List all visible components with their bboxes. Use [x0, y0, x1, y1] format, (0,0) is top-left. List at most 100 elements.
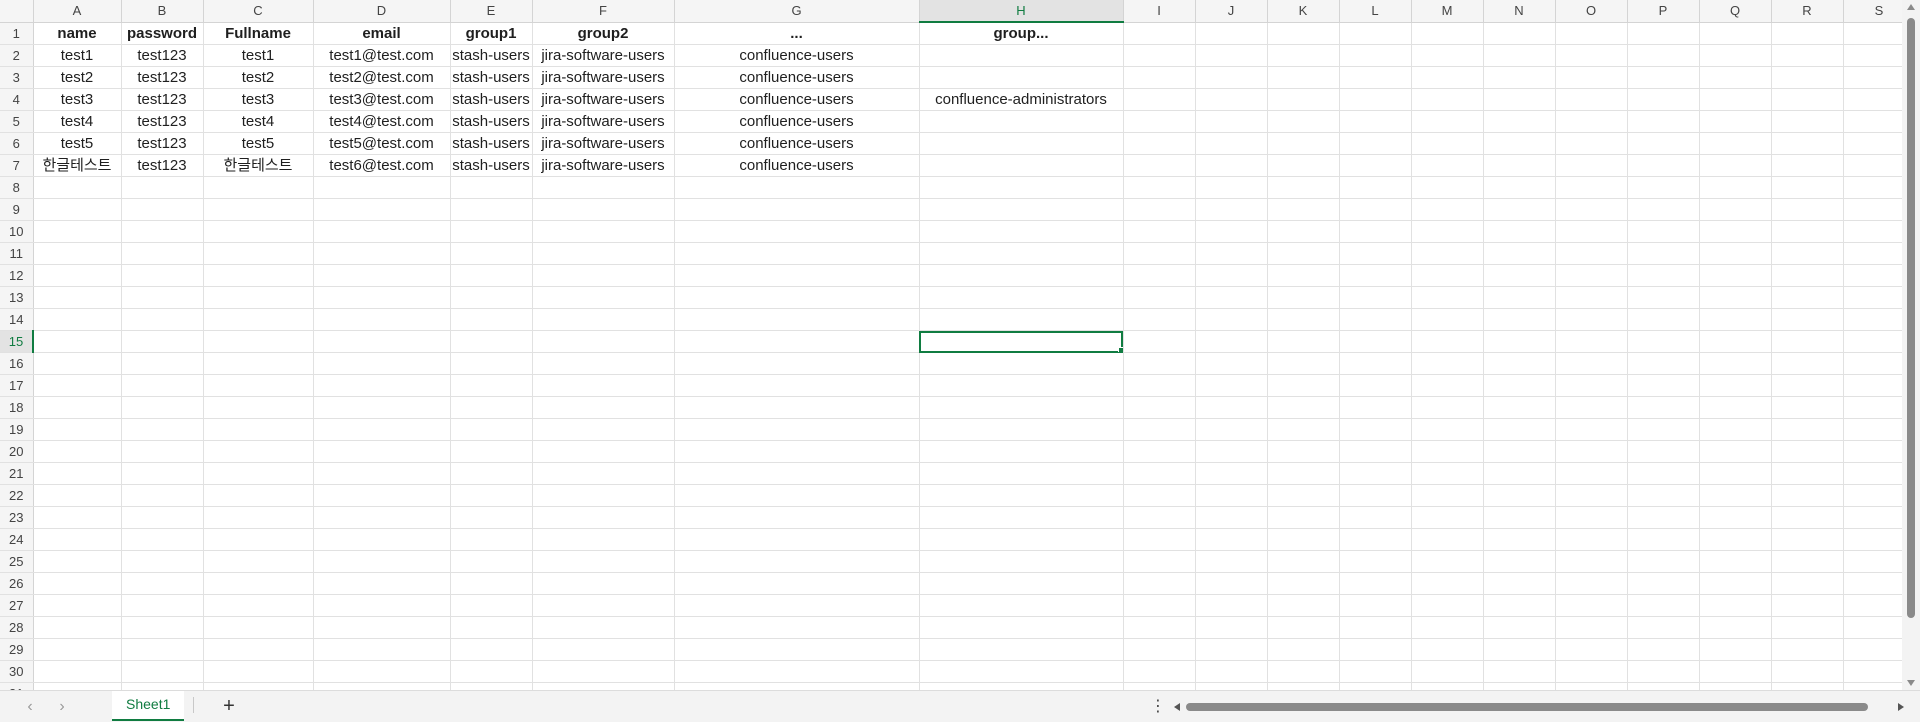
cell[interactable]: [203, 330, 314, 353]
cell[interactable]: [1843, 44, 1902, 67]
cell[interactable]: [1267, 462, 1340, 485]
cell[interactable]: [33, 330, 122, 353]
cell[interactable]: [1771, 88, 1844, 111]
cell[interactable]: [1699, 176, 1772, 199]
cell[interactable]: [1195, 176, 1268, 199]
cell[interactable]: [1555, 506, 1628, 529]
cell[interactable]: [919, 352, 1124, 375]
cell[interactable]: [1483, 682, 1556, 690]
cell[interactable]: test1: [33, 44, 122, 67]
cell[interactable]: test5: [203, 132, 314, 155]
cell[interactable]: [1771, 154, 1844, 177]
cell[interactable]: [532, 462, 675, 485]
cell[interactable]: [1483, 154, 1556, 177]
cell[interactable]: [1771, 374, 1844, 397]
cell[interactable]: [450, 418, 533, 441]
cell[interactable]: test4: [203, 110, 314, 133]
cell[interactable]: password: [121, 22, 204, 45]
row-header[interactable]: 16: [0, 352, 34, 375]
cell[interactable]: group1: [450, 22, 533, 45]
cell[interactable]: [1699, 550, 1772, 573]
cell[interactable]: [919, 220, 1124, 243]
cell[interactable]: [1483, 176, 1556, 199]
cell[interactable]: name: [33, 22, 122, 45]
cell[interactable]: [1411, 440, 1484, 463]
cell[interactable]: [1627, 110, 1700, 133]
cell[interactable]: [1339, 242, 1412, 265]
row-header[interactable]: 7: [0, 154, 34, 177]
cell[interactable]: [1123, 352, 1196, 375]
cell[interactable]: [1699, 528, 1772, 551]
cell[interactable]: [919, 506, 1124, 529]
cell[interactable]: [450, 264, 533, 287]
cell[interactable]: [674, 440, 920, 463]
cell[interactable]: [1555, 352, 1628, 375]
cell[interactable]: [1267, 154, 1340, 177]
cell[interactable]: [1123, 330, 1196, 353]
column-header-q[interactable]: Q: [1699, 0, 1772, 23]
cell[interactable]: [1195, 484, 1268, 507]
row-header[interactable]: 20: [0, 440, 34, 463]
cell[interactable]: [1699, 440, 1772, 463]
cell[interactable]: [1267, 374, 1340, 397]
cell[interactable]: [674, 528, 920, 551]
cell[interactable]: [1771, 242, 1844, 265]
cell[interactable]: [1195, 308, 1268, 331]
cell[interactable]: [1267, 528, 1340, 551]
cell[interactable]: [1843, 176, 1902, 199]
cell[interactable]: [532, 330, 675, 353]
row-header[interactable]: 23: [0, 506, 34, 529]
cell[interactable]: [203, 176, 314, 199]
cell[interactable]: [919, 176, 1124, 199]
cell[interactable]: [121, 198, 204, 221]
cell[interactable]: [450, 594, 533, 617]
cell[interactable]: [33, 660, 122, 683]
cell[interactable]: [313, 484, 451, 507]
cell[interactable]: test1: [203, 44, 314, 67]
cell[interactable]: [1123, 132, 1196, 155]
scroll-up-icon[interactable]: [1907, 4, 1915, 10]
cell[interactable]: [1483, 330, 1556, 353]
cell[interactable]: [1483, 616, 1556, 639]
row-header[interactable]: 24: [0, 528, 34, 551]
cell[interactable]: [33, 396, 122, 419]
cell[interactable]: [1771, 506, 1844, 529]
cell[interactable]: [1699, 44, 1772, 67]
cell[interactable]: [1699, 66, 1772, 89]
cell[interactable]: [1411, 594, 1484, 617]
cell[interactable]: [1195, 132, 1268, 155]
cell[interactable]: [1555, 396, 1628, 419]
cell[interactable]: [1771, 682, 1844, 690]
cell[interactable]: [1699, 572, 1772, 595]
cell[interactable]: [1267, 660, 1340, 683]
cell[interactable]: [1843, 374, 1902, 397]
cell[interactable]: [313, 594, 451, 617]
cell[interactable]: [1843, 506, 1902, 529]
cell[interactable]: [674, 572, 920, 595]
cell[interactable]: [1483, 572, 1556, 595]
cell[interactable]: [1123, 44, 1196, 67]
column-header-r[interactable]: R: [1771, 0, 1844, 23]
cell[interactable]: [450, 506, 533, 529]
cell[interactable]: [1699, 264, 1772, 287]
cell[interactable]: [1123, 176, 1196, 199]
cell[interactable]: [1123, 506, 1196, 529]
cell[interactable]: [1555, 264, 1628, 287]
active-cell[interactable]: [919, 330, 1124, 353]
cell[interactable]: [33, 264, 122, 287]
cell[interactable]: [1483, 638, 1556, 661]
cell[interactable]: [674, 176, 920, 199]
cell[interactable]: [1411, 374, 1484, 397]
cell[interactable]: [1555, 132, 1628, 155]
cell[interactable]: [203, 682, 314, 690]
cell[interactable]: [532, 264, 675, 287]
cell[interactable]: [1411, 418, 1484, 441]
cell[interactable]: [1339, 484, 1412, 507]
cell[interactable]: [1771, 44, 1844, 67]
cell[interactable]: Fullname: [203, 22, 314, 45]
cell[interactable]: [1267, 176, 1340, 199]
cell[interactable]: [1627, 308, 1700, 331]
cell[interactable]: [1627, 220, 1700, 243]
cell[interactable]: [1411, 66, 1484, 89]
cell[interactable]: [203, 572, 314, 595]
